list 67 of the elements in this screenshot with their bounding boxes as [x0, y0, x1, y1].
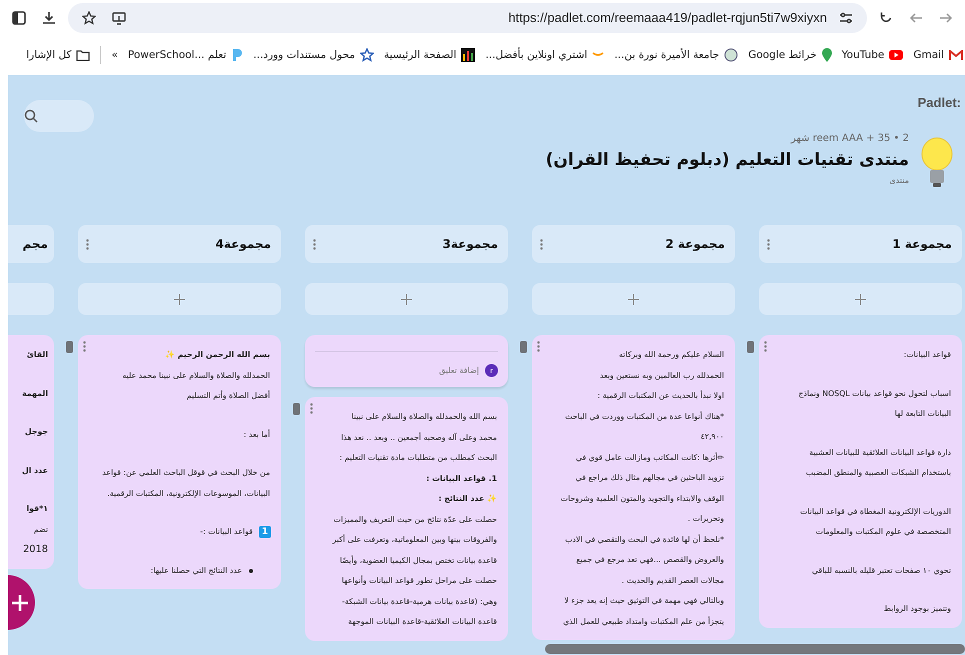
lightbulb-icon [919, 137, 955, 189]
bookmark-link[interactable]: Gmail [913, 49, 963, 61]
mail-icon [949, 50, 963, 60]
plus-icon [628, 294, 639, 304]
column-header[interactable]: مجموعة3 [305, 225, 508, 263]
search-icon [24, 109, 38, 123]
app-logo[interactable]: :Padlet [918, 95, 961, 110]
monitor-drawing [112, 10, 126, 24]
column-header[interactable]: مجم [8, 225, 54, 263]
reload-drawing [879, 10, 893, 24]
map-pin-icon [822, 48, 832, 62]
bullet-icon [249, 568, 253, 573]
right-arrow-drawing [939, 10, 953, 24]
drag-handle[interactable] [747, 341, 754, 353]
column-title: مجموعة 2 [664, 237, 726, 251]
more-icon [540, 238, 543, 250]
more-icon [537, 341, 540, 352]
board-title: منتدى تقنيات التعليم (دبلوم تحفيظ القران) [546, 150, 909, 170]
column-title: مجموعة3 [442, 237, 499, 251]
drag-handle[interactable] [520, 341, 527, 353]
column-title: مجموعة 1 [891, 237, 953, 251]
more-icon [310, 403, 313, 414]
column-title: مجم [22, 237, 49, 251]
bookmark-link[interactable]: تعلم ...PowerSchool [128, 48, 244, 62]
more-icon [83, 341, 86, 352]
bookmark-link[interactable]: YouTube [842, 49, 904, 61]
tune-drawing [839, 12, 853, 24]
sidebar-drawing [12, 10, 26, 24]
more-icon [764, 341, 767, 352]
star-drawing [82, 10, 96, 24]
plus-icon [11, 594, 29, 612]
play-icon [889, 50, 904, 60]
left-arrow-drawing [909, 10, 923, 24]
more-icon [86, 238, 89, 250]
address-bar[interactable]: https://padlet.com/reemaaa419/padlet-rqjun5ti7w9xiyxn [68, 2, 867, 32]
star-icon [360, 48, 374, 62]
bookmark-link[interactable]: جامعة الأميرة نورة بن... [614, 48, 738, 62]
bookmark-link[interactable]: محول مستندات وورد... [253, 48, 374, 62]
column-header[interactable]: مجموعة4 [78, 225, 281, 263]
bookmark-link[interactable]: خرائط Google [748, 48, 832, 62]
folder-icon [76, 49, 90, 61]
more-bookmarks-button[interactable]: » [111, 49, 118, 61]
bar-chart-icon [461, 48, 476, 62]
number-badge: 1 [258, 526, 271, 538]
bookmark-link[interactable]: اشتري اونلاين بأفضل... [485, 49, 604, 61]
p-icon [231, 48, 244, 62]
plus-icon [401, 294, 412, 304]
bookmark-link[interactable]: الصفحة الرئيسية [384, 48, 476, 62]
column-header[interactable]: مجموعة 2 [532, 225, 735, 263]
more-icon [313, 238, 316, 250]
column-title: مجموعة4 [214, 237, 272, 251]
seal-icon [724, 48, 738, 62]
board-meta: reem AAA + 35 • 2 شهر [790, 133, 909, 144]
board-subtitle: منتدى [888, 176, 909, 185]
download-drawing [42, 10, 56, 24]
all-bookmarks-link[interactable]: كل الإشارا [26, 49, 90, 61]
plus-icon [855, 294, 866, 304]
more-icon [767, 238, 770, 250]
column-header[interactable]: مجموعة 1 [759, 225, 962, 263]
search-button[interactable] [24, 100, 94, 132]
smile-icon [592, 52, 604, 58]
post-text: 2018 [22, 543, 49, 557]
scrollbar[interactable] [545, 644, 965, 654]
drag-handle[interactable] [66, 341, 73, 353]
drag-handle[interactable] [293, 403, 300, 415]
url-text: https://padlet.com/reemaaa419/padlet-rqjun5ti7w9xiyxn [507, 10, 827, 25]
plus-icon [174, 294, 185, 304]
